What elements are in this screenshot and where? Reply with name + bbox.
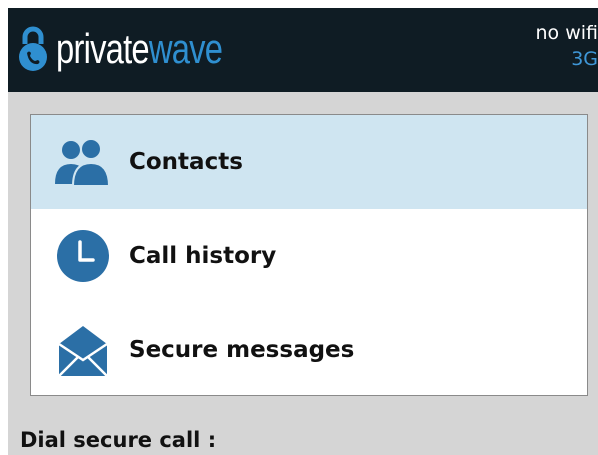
menu-item-secure-messages[interactable]: Secure messages [31, 303, 587, 397]
connection-status: no wifi 3G [536, 20, 598, 72]
menu-item-label: Contacts [129, 149, 243, 175]
app-header: privatewave no wifi 3G [8, 8, 598, 92]
wifi-status: no wifi [535, 22, 598, 44]
app-screen: privatewave no wifi 3G Contacts Call his… [8, 8, 598, 455]
envelope-icon [53, 322, 113, 378]
network-status: 3G [571, 48, 598, 70]
logo-text: privatewave [56, 25, 223, 72]
lock-phone-icon [19, 26, 47, 71]
contacts-icon [53, 134, 113, 190]
clock-icon [53, 228, 113, 284]
app-logo: privatewave [16, 22, 269, 76]
main-menu: Contacts Call history Secure messages [30, 114, 588, 396]
dial-section-label: Dial secure call : [20, 428, 217, 452]
menu-item-contacts[interactable]: Contacts [31, 115, 587, 209]
menu-item-label: Secure messages [129, 337, 355, 363]
menu-item-label: Call history [129, 243, 277, 269]
logo-wave-text: wave [148, 25, 223, 72]
menu-item-call-history[interactable]: Call history [31, 209, 587, 303]
logo-private-text: private [56, 25, 150, 72]
